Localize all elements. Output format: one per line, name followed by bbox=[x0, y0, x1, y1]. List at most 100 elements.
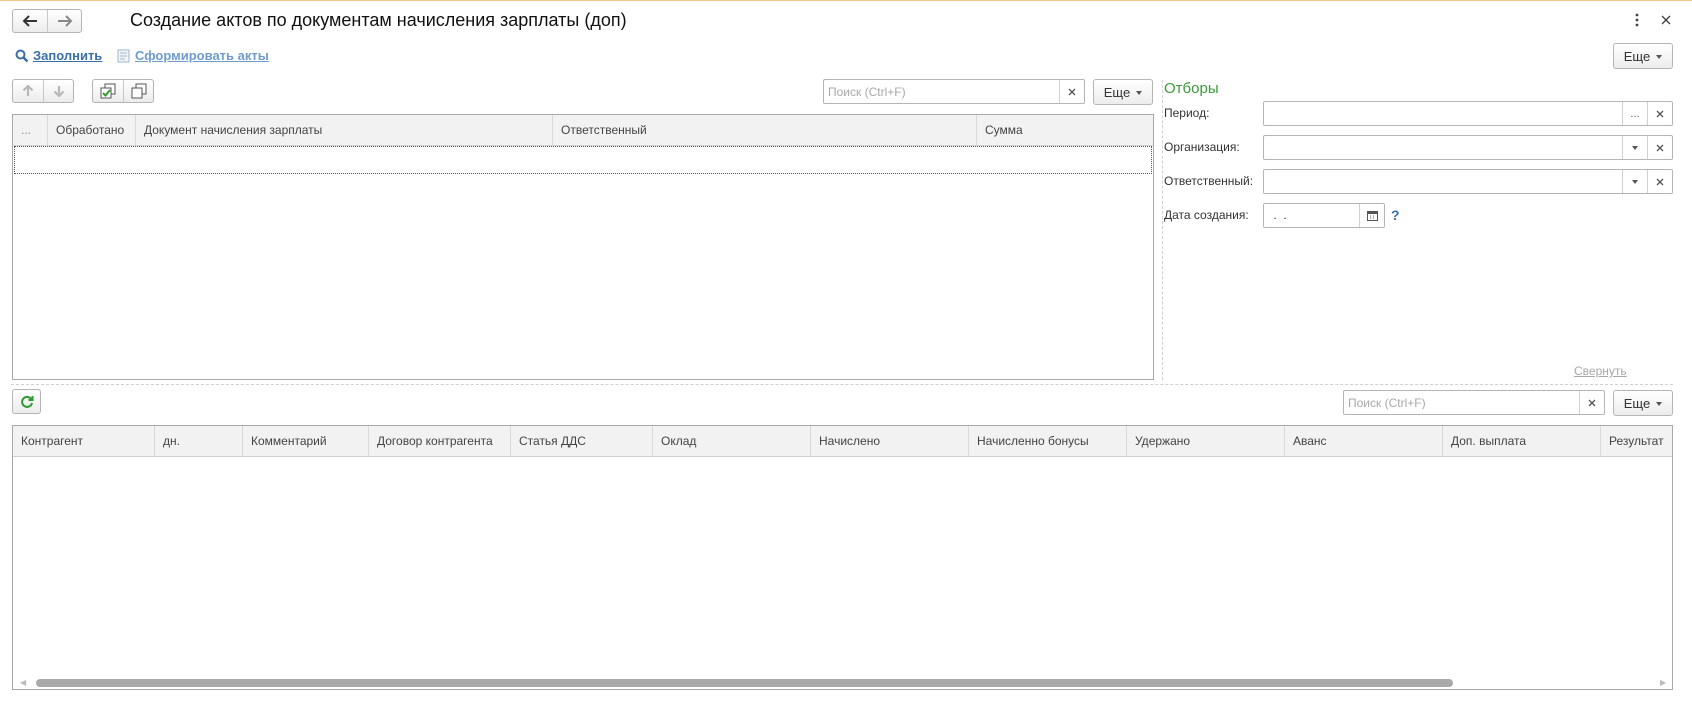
nav-button-group bbox=[12, 9, 82, 33]
responsible-value[interactable] bbox=[1264, 170, 1622, 193]
refresh-button[interactable] bbox=[12, 389, 41, 414]
chevron-down-icon bbox=[1656, 55, 1663, 59]
column-header-extra-payment[interactable]: Доп. выплата bbox=[1443, 426, 1601, 456]
top-search-input[interactable] bbox=[824, 80, 1059, 103]
calendar-icon bbox=[1366, 211, 1378, 221]
fill-command[interactable]: Заполнить bbox=[15, 48, 102, 63]
bottom-search bbox=[1343, 390, 1605, 415]
creation-date-field[interactable]: . . bbox=[1263, 203, 1385, 228]
column-header-counterparty[interactable]: Контрагент bbox=[13, 426, 155, 456]
responsible-field[interactable] bbox=[1263, 169, 1673, 194]
close-icon bbox=[1656, 144, 1664, 151]
top-search-clear-button[interactable] bbox=[1059, 80, 1084, 103]
column-header-salary[interactable]: Оклад bbox=[653, 426, 811, 456]
bottom-table-more-label: Еще bbox=[1623, 395, 1651, 411]
column-header-withheld[interactable]: Удержано bbox=[1127, 426, 1285, 456]
filters-title: Отборы bbox=[1164, 80, 1219, 97]
form-more-label: Еще bbox=[1623, 48, 1651, 64]
arrow-down-icon bbox=[53, 86, 64, 97]
scroll-right-arrow[interactable]: ▶ bbox=[1660, 678, 1666, 687]
period-field[interactable]: ... bbox=[1263, 101, 1673, 126]
help-link[interactable]: ? bbox=[1391, 207, 1400, 223]
top-table-more-button[interactable]: Еще bbox=[1093, 79, 1153, 105]
uncheck-all-button[interactable] bbox=[123, 80, 153, 102]
organization-clear-button[interactable] bbox=[1647, 136, 1672, 159]
collapse-filters-link[interactable]: Свернуть bbox=[1574, 364, 1627, 378]
column-header-comment[interactable]: Комментарий bbox=[243, 426, 369, 456]
column-header-cashflow-item[interactable]: Статья ДДС bbox=[511, 426, 653, 456]
column-header-accrued[interactable]: Начислено bbox=[811, 426, 969, 456]
acts-table-header: Контрагент дн. Комментарий Договор контр… bbox=[13, 426, 1672, 457]
documents-table: ... Обработано Документ начисления зарпл… bbox=[12, 114, 1154, 380]
filters-divider bbox=[1162, 80, 1163, 380]
scroll-left-arrow[interactable]: ◀ bbox=[20, 678, 26, 687]
responsible-dropdown-button[interactable] bbox=[1622, 170, 1647, 193]
check-all-button[interactable] bbox=[93, 80, 123, 102]
move-down-button[interactable] bbox=[43, 80, 73, 102]
period-label: Период: bbox=[1164, 106, 1210, 120]
chevron-down-icon bbox=[1136, 91, 1143, 95]
page-title: Создание актов по документам начисления … bbox=[130, 10, 627, 30]
creation-date-value[interactable]: . . bbox=[1264, 204, 1359, 227]
organization-field[interactable] bbox=[1263, 135, 1673, 160]
form-acts-label: Сформировать акты bbox=[135, 48, 269, 63]
column-header-responsible[interactable]: Ответственный bbox=[553, 115, 977, 145]
creation-date-label: Дата создания: bbox=[1164, 208, 1249, 222]
more-actions-button[interactable] bbox=[1630, 12, 1644, 28]
close-icon bbox=[1661, 15, 1671, 25]
organization-label: Организация: bbox=[1164, 140, 1240, 154]
horizontal-scrollbar[interactable] bbox=[36, 679, 1453, 687]
table-row[interactable] bbox=[14, 146, 1152, 174]
search-icon bbox=[15, 49, 29, 62]
close-icon bbox=[1068, 88, 1076, 95]
form-more-button[interactable]: Еще bbox=[1613, 43, 1673, 69]
chevron-down-icon bbox=[1632, 145, 1638, 150]
column-header-days[interactable]: дн. bbox=[155, 426, 243, 456]
document-icon bbox=[117, 49, 130, 62]
period-value[interactable] bbox=[1264, 102, 1622, 125]
arrow-right-icon bbox=[57, 15, 72, 27]
responsible-clear-button[interactable] bbox=[1647, 170, 1672, 193]
acts-table: Контрагент дн. Комментарий Договор контр… bbox=[12, 425, 1673, 690]
column-header-document[interactable]: Документ начисления зарплаты bbox=[136, 115, 553, 145]
section-divider bbox=[11, 384, 1673, 385]
column-header-contract[interactable]: Договор контрагента bbox=[369, 426, 511, 456]
arrow-up-icon bbox=[22, 85, 34, 96]
vertical-dots-icon bbox=[1635, 13, 1639, 27]
calendar-button[interactable] bbox=[1359, 204, 1384, 227]
close-icon bbox=[1656, 178, 1664, 185]
column-header-menu[interactable]: ... bbox=[13, 115, 48, 145]
responsible-label: Ответственный: bbox=[1164, 174, 1254, 188]
window-top-border bbox=[0, 0, 1692, 1]
column-header-result[interactable]: Результат bbox=[1601, 426, 1672, 456]
refresh-icon bbox=[20, 395, 33, 408]
check-all-icon bbox=[100, 83, 116, 99]
top-table-more-label: Еще bbox=[1103, 84, 1131, 100]
form-acts-command[interactable]: Сформировать акты bbox=[117, 48, 269, 63]
organization-dropdown-button[interactable] bbox=[1622, 136, 1647, 159]
column-header-processed[interactable]: Обработано bbox=[48, 115, 136, 145]
chevron-down-icon bbox=[1656, 402, 1663, 406]
fill-label: Заполнить bbox=[33, 48, 103, 63]
bottom-table-more-button[interactable]: Еще bbox=[1613, 390, 1673, 416]
column-header-bonuses[interactable]: Начисленно бонусы bbox=[969, 426, 1127, 456]
forward-button[interactable] bbox=[47, 10, 81, 32]
period-select-button[interactable]: ... bbox=[1622, 102, 1647, 125]
arrow-left-icon bbox=[22, 15, 37, 27]
period-clear-button[interactable] bbox=[1647, 102, 1672, 125]
top-search bbox=[823, 79, 1085, 104]
move-buttons bbox=[12, 79, 74, 103]
column-header-sum[interactable]: Сумма bbox=[977, 115, 1153, 145]
check-buttons bbox=[92, 79, 154, 103]
bottom-search-clear-button[interactable] bbox=[1579, 391, 1604, 414]
column-header-advance[interactable]: Аванс bbox=[1285, 426, 1443, 456]
close-button[interactable] bbox=[1658, 12, 1674, 28]
back-button[interactable] bbox=[13, 10, 47, 32]
uncheck-all-icon bbox=[131, 83, 146, 99]
organization-value[interactable] bbox=[1264, 136, 1622, 159]
chevron-down-icon bbox=[1632, 179, 1638, 184]
documents-table-header: ... Обработано Документ начисления зарпл… bbox=[13, 115, 1153, 146]
bottom-search-input[interactable] bbox=[1344, 391, 1579, 414]
close-icon bbox=[1588, 399, 1596, 406]
move-up-button[interactable] bbox=[13, 80, 43, 102]
